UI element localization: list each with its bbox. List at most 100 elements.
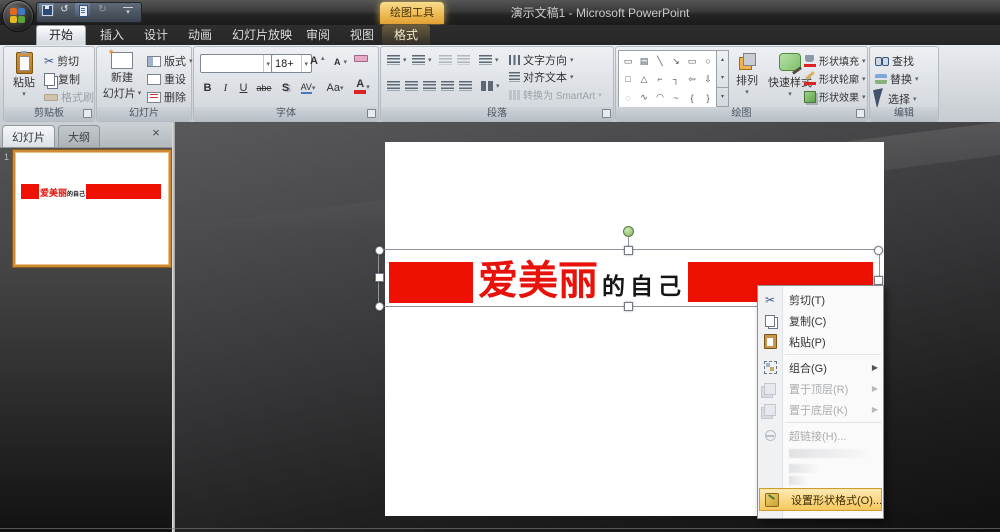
shape-effects-button[interactable]: 形状效果 ▾ [804, 89, 866, 104]
tab-design[interactable]: 设计 [132, 25, 180, 45]
line-spacing-button[interactable]: ▾ [479, 55, 499, 65]
more-shapes-icon[interactable]: ▾ [717, 87, 728, 106]
align-text-button[interactable]: 对齐文本 ▾ [509, 69, 574, 85]
undo-button[interactable]: ↺ [57, 3, 72, 17]
shapes-scroll[interactable]: ▴ ▾ ▾ [716, 50, 729, 107]
menu-item-format-shape[interactable]: 设置形状格式(O)... [759, 488, 882, 511]
shape-icon[interactable]: ╲ [657, 56, 662, 67]
decrease-indent-button[interactable] [439, 55, 452, 65]
handle-middle-right[interactable] [874, 276, 883, 285]
tab-format[interactable]: 格式 [382, 25, 431, 45]
handle-middle-left[interactable] [375, 273, 384, 282]
shapes-gallery[interactable]: ▭ ▤ ╲ ↘ ▭ ○ □ △ ⌐ ┐ ⇦ ⇩ ◌ ∿ ◠ ~ { } [618, 50, 718, 109]
align-center-button[interactable] [405, 81, 418, 91]
distribute-button[interactable] [459, 81, 472, 91]
close-panel-icon[interactable]: × [148, 125, 164, 141]
shape-icon[interactable]: ○ [705, 56, 710, 66]
handle-top-center[interactable] [624, 246, 633, 255]
office-button[interactable] [2, 0, 34, 32]
menu-item-group[interactable]: 组合(G) ▶ [758, 357, 883, 378]
change-case-button[interactable]: Aa ▾ [323, 79, 347, 96]
new-slide-button[interactable]: * 新建 幻灯片 ▾ [101, 48, 143, 101]
text-shadow-button[interactable]: S [277, 79, 294, 96]
shape-icon[interactable]: ▭ [688, 56, 697, 67]
tab-outline[interactable]: 大纲 [58, 125, 100, 147]
font-dialog-launcher-icon[interactable] [367, 109, 376, 118]
slide-thumbnail[interactable]: 爱美丽的自己 [13, 150, 171, 267]
drawing-dialog-launcher-icon[interactable] [856, 109, 865, 118]
select-button[interactable]: 选择 ▾ [873, 88, 917, 109]
increase-indent-button[interactable] [457, 55, 470, 65]
strikethrough-button[interactable]: abe [253, 79, 275, 96]
arrange-button[interactable]: 排列 ▾ [729, 53, 765, 96]
shape-icon[interactable]: ◠ [656, 92, 664, 103]
cut-button[interactable]: ✂ 剪切 [44, 53, 79, 69]
clear-formatting-button[interactable] [354, 55, 368, 62]
menu-item-bring-to-front[interactable]: 置于顶层(R) ▶ [758, 378, 883, 399]
paste-button[interactable]: 粘贴 ▾ [9, 51, 39, 98]
shape-icon[interactable]: ∿ [640, 92, 648, 103]
shape-icon[interactable]: ▤ [640, 56, 649, 67]
find-button[interactable]: 查找 [875, 53, 914, 69]
shape-icon[interactable]: △ [641, 74, 648, 85]
align-right-button[interactable] [423, 81, 436, 91]
shape-outline-button[interactable]: 形状轮廓 ▾ [804, 71, 866, 86]
justify-button[interactable] [441, 81, 454, 91]
underline-button[interactable]: U [235, 79, 252, 96]
tab-slideshow[interactable]: 幻灯片放映 [220, 25, 304, 45]
align-left-button[interactable] [387, 81, 400, 91]
menu-item-send-to-back[interactable]: 置于底层(K) ▶ [758, 399, 883, 420]
paragraph-dialog-launcher-icon[interactable] [602, 109, 611, 118]
bullets-button[interactable]: ▾ [387, 55, 407, 65]
tab-animation[interactable]: 动画 [176, 25, 224, 45]
bold-button[interactable]: B [199, 79, 216, 96]
shape-icon[interactable]: { [690, 93, 693, 103]
handle-top-right[interactable] [874, 246, 883, 255]
scroll-up-icon[interactable]: ▴ [717, 51, 728, 69]
shrink-font-button[interactable]: A ▾ [334, 57, 347, 67]
menu-item-hyperlink[interactable]: 超链接(H)... [758, 425, 883, 446]
shape-icon[interactable]: ▭ [624, 56, 633, 67]
replace-button[interactable]: 替换 ▾ [875, 71, 919, 87]
character-spacing-button[interactable]: AV ▾ [295, 79, 321, 96]
tab-review[interactable]: 审阅 [294, 25, 342, 45]
shape-icon[interactable]: ┐ [673, 74, 679, 84]
clipboard-dialog-launcher-icon[interactable] [83, 109, 92, 118]
layout-button[interactable]: 版式 ▾ [147, 53, 193, 69]
handle-bottom-center[interactable] [624, 302, 633, 311]
numbering-button[interactable]: ▾ [412, 55, 432, 65]
tab-home[interactable]: 开始 [36, 25, 87, 46]
format-painter-button[interactable]: 格式刷 [44, 89, 94, 105]
shape-icon[interactable]: □ [625, 74, 630, 84]
copy-button[interactable]: 复制 [44, 71, 80, 87]
tab-view[interactable]: 视图 [338, 25, 386, 45]
columns-button[interactable]: ▾ [481, 81, 500, 91]
rotation-handle[interactable] [623, 226, 634, 237]
tab-slides-thumbnails[interactable]: 幻灯片 [2, 125, 55, 147]
shape-icon[interactable]: ↘ [672, 56, 680, 67]
tab-insert[interactable]: 插入 [88, 25, 136, 45]
handle-top-left[interactable] [375, 246, 384, 255]
font-color-button[interactable]: A ▾ [350, 78, 374, 95]
shape-icon[interactable]: } [706, 93, 709, 103]
font-size-combo[interactable]: 18+ ▾ [271, 54, 312, 73]
font-name-combo[interactable]: ▾ [200, 54, 274, 73]
menu-item-cut[interactable]: ✂ 剪切(T) [758, 289, 883, 310]
preview-button[interactable] [75, 3, 90, 17]
shape-fill-button[interactable]: 形状填充 ▾ [804, 53, 866, 68]
save-button[interactable] [39, 3, 54, 17]
text-direction-button[interactable]: 文字方向 ▾ [509, 52, 574, 68]
shape-icon[interactable]: ⌐ [657, 74, 662, 84]
grow-font-button[interactable]: A ▴ [310, 55, 324, 67]
italic-button[interactable]: I [217, 79, 234, 96]
menu-item-copy[interactable]: 复制(C) [758, 310, 883, 331]
reset-button[interactable]: 重设 [147, 71, 186, 87]
scroll-down-icon[interactable]: ▾ [717, 69, 728, 87]
shape-icon[interactable]: ⇦ [688, 74, 696, 85]
panel-splitter[interactable] [172, 122, 175, 532]
shape-icon[interactable]: ~ [673, 93, 678, 103]
handle-bottom-left[interactable] [375, 302, 384, 311]
delete-button[interactable]: 删除 [147, 89, 186, 105]
menu-item-paste[interactable]: 粘贴(P) [758, 331, 883, 352]
convert-smartart-button[interactable]: 转换为 SmartArt ▾ [509, 87, 602, 102]
